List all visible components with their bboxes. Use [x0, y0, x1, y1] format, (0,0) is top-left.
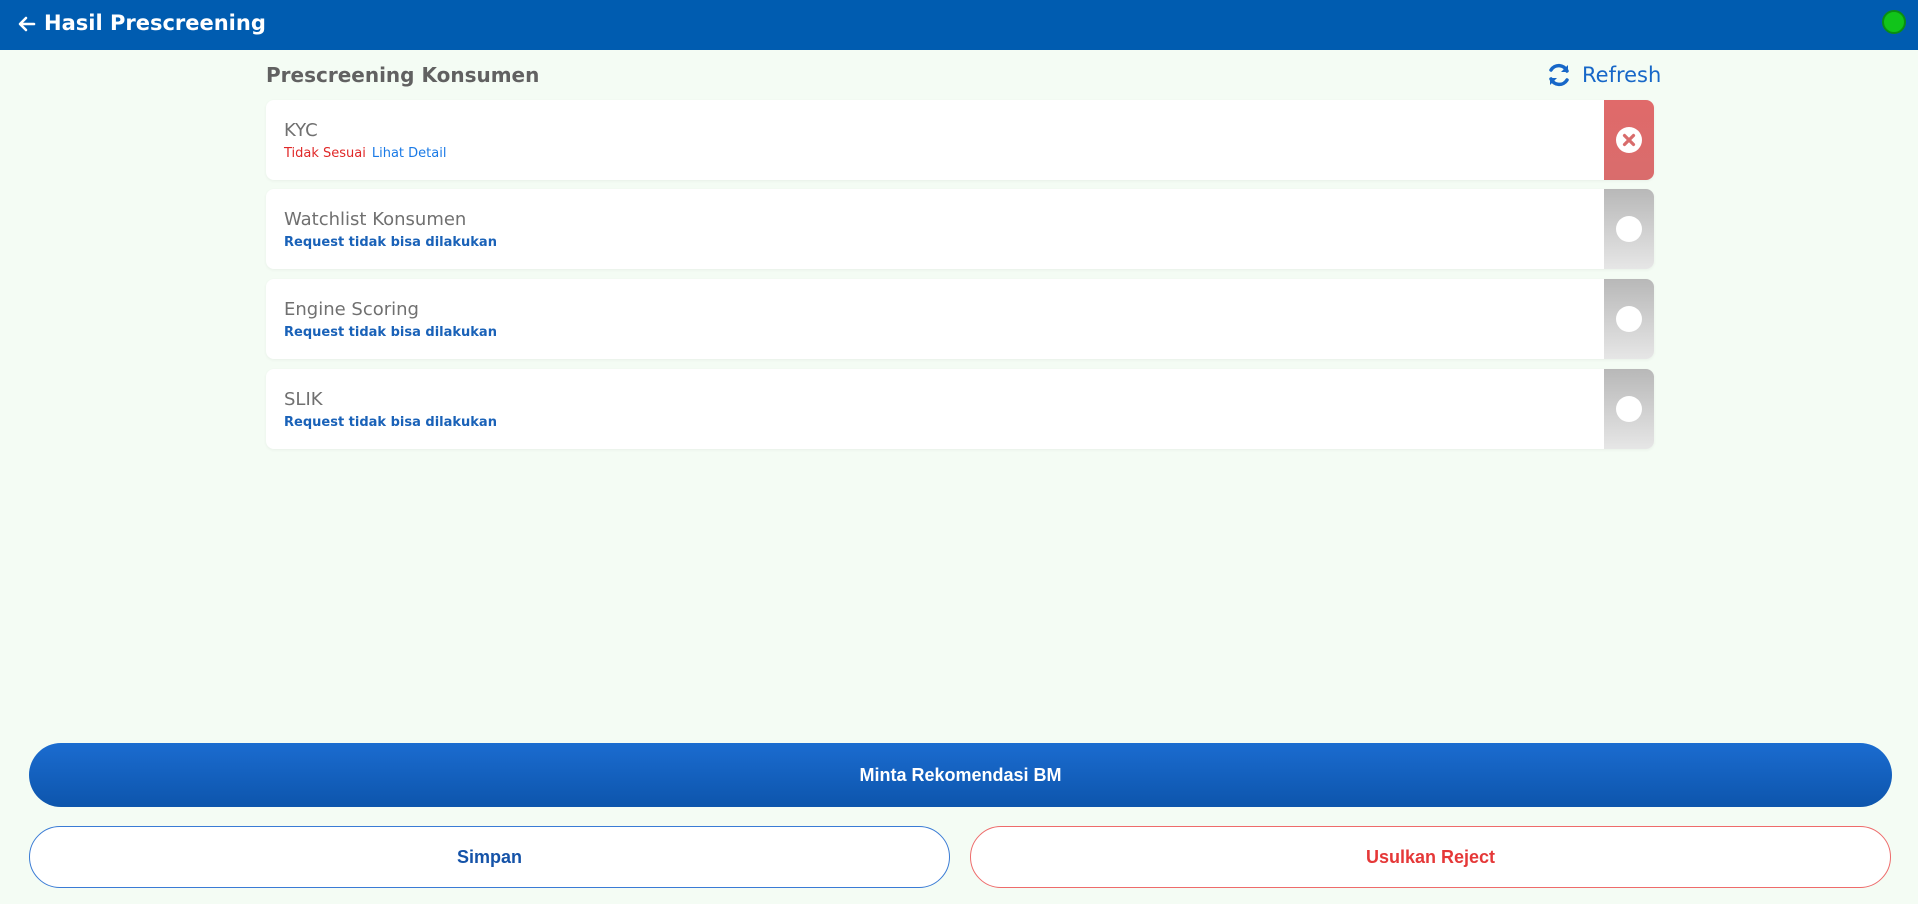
check-status: Request tidak bisa dilakukan — [284, 415, 497, 430]
connection-status-indicator — [1882, 10, 1906, 34]
refresh-label: Refresh — [1582, 63, 1662, 87]
circle-icon — [1616, 306, 1642, 332]
back-arrow-icon[interactable] — [17, 14, 37, 34]
check-title: Engine Scoring — [284, 299, 419, 320]
check-title: Watchlist Konsumen — [284, 209, 467, 230]
check-status-line: Tidak Sesuai Lihat Detail — [284, 146, 446, 162]
save-button[interactable]: Simpan — [29, 826, 950, 888]
refresh-icon — [1549, 63, 1569, 87]
view-detail-link[interactable]: Lihat Detail — [372, 146, 447, 161]
check-card-slik: SLIK Request tidak bisa dilakukan — [266, 369, 1654, 449]
propose-reject-button[interactable]: Usulkan Reject — [970, 826, 1891, 888]
check-status: Request tidak bisa dilakukan — [284, 325, 497, 340]
circle-icon — [1616, 216, 1642, 242]
check-status: Request tidak bisa dilakukan — [284, 235, 497, 250]
check-result-indicator — [1604, 369, 1654, 449]
check-result-indicator — [1604, 100, 1654, 180]
circle-icon — [1616, 396, 1642, 422]
refresh-button[interactable]: Refresh — [1546, 60, 1661, 90]
page-title: Hasil Prescreening — [44, 11, 266, 35]
check-title: KYC — [284, 120, 318, 141]
check-result-indicator — [1604, 279, 1654, 359]
check-card-engine-scoring: Engine Scoring Request tidak bisa dilaku… — [266, 279, 1654, 359]
check-result-indicator — [1604, 189, 1654, 269]
check-card-watchlist: Watchlist Konsumen Request tidak bisa di… — [266, 189, 1654, 269]
request-bm-recommendation-button[interactable]: Minta Rekomendasi BM — [29, 743, 1892, 807]
check-status: Tidak Sesuai — [284, 146, 366, 161]
check-title: SLIK — [284, 389, 323, 410]
close-circle-icon — [1616, 127, 1642, 153]
app-header: Hasil Prescreening — [0, 0, 1918, 50]
check-card-kyc: KYC Tidak Sesuai Lihat Detail — [266, 100, 1654, 180]
section-title: Prescreening Konsumen — [266, 63, 540, 87]
